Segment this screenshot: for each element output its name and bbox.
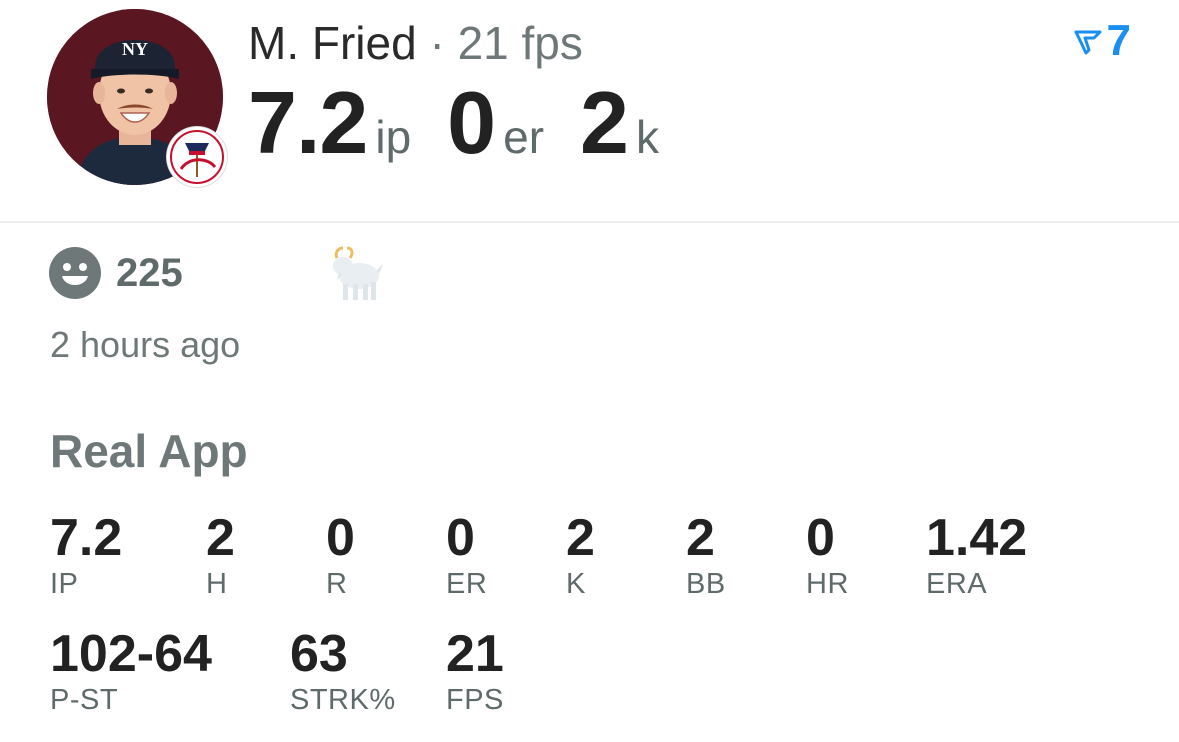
goat-icon[interactable]: [323, 244, 383, 304]
reaction-count: 225: [116, 250, 183, 295]
er-unit: er: [503, 111, 545, 163]
separator: ·: [429, 17, 445, 69]
stat-value: 21: [446, 625, 504, 683]
ip-unit: ip: [375, 111, 412, 163]
stat-value: 0: [326, 509, 355, 567]
svg-text:NY: NY: [122, 39, 148, 59]
yankees-logo: [167, 127, 227, 187]
stat-value: 2: [206, 509, 235, 567]
stat-label: R: [326, 568, 348, 600]
fps-label: 21 fps: [457, 17, 583, 69]
stat-label: ERA: [926, 568, 988, 600]
stat-label: P-ST: [50, 684, 119, 716]
stat-value: 0: [446, 509, 475, 567]
stat-label: FPS: [446, 684, 504, 716]
stat-value: 2: [566, 509, 595, 567]
player-header: M. Fried · 21 fps: [248, 16, 583, 70]
brand-count: 7: [1106, 16, 1131, 65]
stat-label: HR: [806, 568, 849, 600]
stat-er: 0 ER: [446, 510, 487, 600]
timestamp: 2 hours ago: [50, 324, 241, 365]
smiley-icon: [49, 247, 101, 299]
stat-fps: 21 FPS: [446, 626, 504, 716]
stat-k: 2 K: [566, 510, 595, 600]
stat-strike-pct: 63 STRK%: [290, 626, 396, 716]
stat-value: 1.42: [926, 509, 1028, 567]
stat-value: 63: [290, 625, 348, 683]
stat-pitches-strikes: 102-64 P-ST: [50, 626, 212, 716]
stat-ip: 7.2 IP: [50, 510, 122, 600]
player-name[interactable]: M. Fried: [248, 17, 417, 69]
divider: [0, 221, 1179, 223]
stat-hr: 0 HR: [806, 510, 849, 600]
stat-label: STRK%: [290, 684, 396, 716]
stat-label: IP: [50, 568, 79, 600]
k-unit: k: [635, 111, 659, 163]
stat-label: K: [566, 568, 586, 600]
stat-label: H: [206, 568, 228, 600]
stat-value: 7.2: [50, 509, 123, 567]
stat-bb: 2 BB: [686, 510, 726, 600]
brand-badge[interactable]: 7: [1073, 18, 1131, 64]
stat-label: ER: [446, 568, 488, 600]
stat-value: 2: [686, 509, 715, 567]
stat-label: BB: [686, 568, 726, 600]
real-app-logo-icon: [1074, 30, 1102, 55]
stat-era: 1.42 ERA: [926, 510, 1027, 600]
stat-h: 2 H: [206, 510, 235, 600]
stat-value: 0: [806, 509, 835, 567]
er-value: 0: [447, 73, 496, 172]
k-value: 2: [580, 73, 629, 172]
header-stats: 7.2 ip 0 er 2 k: [248, 78, 659, 168]
stat-r: 0 R: [326, 510, 355, 600]
ip-value: 7.2: [248, 73, 368, 172]
stat-value: 102-64: [50, 625, 212, 683]
section-title: Real App: [50, 425, 248, 477]
reaction-smiley[interactable]: 225: [48, 246, 183, 300]
